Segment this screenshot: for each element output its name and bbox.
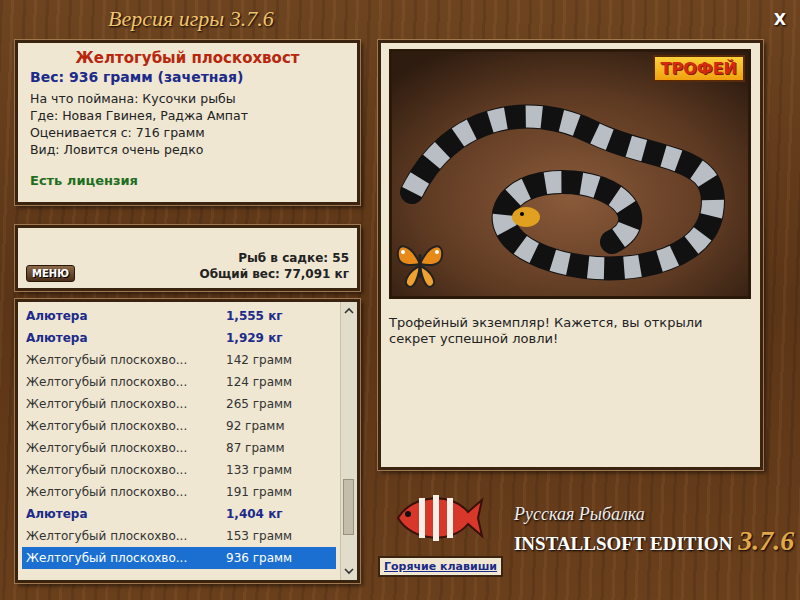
fish-weight: Вес: 936 грамм (зачетная)	[30, 69, 345, 85]
trophy-badge: ТРОФЕЙ	[653, 55, 745, 82]
row-name: Желтогубый плоскохво...	[26, 463, 226, 477]
row-name: Желтогубый плоскохво...	[26, 353, 226, 367]
catch-row[interactable]: Желтогубый плоскохво...142 грамм	[22, 349, 336, 371]
row-weight: 1,555 кг	[226, 309, 332, 323]
catch-details: На что поймана: Кусочки рыбыГде: Новая Г…	[30, 90, 345, 158]
catch-detail: Оценивается с: 716 грамм	[30, 124, 345, 141]
chevron-up-icon	[344, 307, 354, 315]
catch-row[interactable]: Алютера1,929 кг	[22, 327, 336, 349]
menu-button[interactable]: МЕНЮ	[26, 265, 75, 282]
game-window: Версия игры 3.7.6 X Желтогубый плоскохвост…	[0, 0, 800, 600]
row-name: Желтогубый плоскохво...	[26, 485, 226, 499]
catch-row[interactable]: Желтогубый плоскохво...153 грамм	[22, 525, 336, 547]
row-weight: 87 грамм	[226, 441, 332, 455]
catch-row[interactable]: Желтогубый плоскохво...191 грамм	[22, 481, 336, 503]
row-name: Желтогубый плоскохво...	[26, 551, 226, 565]
close-button[interactable]: X	[770, 8, 790, 31]
row-name: Алютера	[26, 331, 226, 345]
total-weight: Общий вес: 77,091 кг	[199, 266, 349, 282]
catch-list: Алютера1,555 кгАлютера1,929 кгЖелтогубый…	[15, 299, 360, 583]
row-name: Желтогубый плоскохво...	[26, 529, 226, 543]
keepnet-panel: МЕНЮ Рыб в садке: 55Общий вес: 77,091 кг	[15, 225, 360, 291]
title-bar: Версия игры 3.7.6 X	[0, 0, 800, 38]
catch-row[interactable]: Желтогубый плоскохво...265 грамм	[22, 393, 336, 415]
game-logo: Русская РыбалкаINSTALLSOFT EDITION3.7.6	[514, 486, 790, 577]
row-name: Желтогубый плоскохво...	[26, 397, 226, 411]
row-weight: 1,929 кг	[226, 331, 332, 345]
fish-name: Желтогубый плоскохвост	[30, 49, 345, 67]
hotkeys-button[interactable]: Горячие клавиши	[378, 556, 503, 577]
catch-row[interactable]: Алютера1,555 кг	[22, 305, 336, 327]
scroll-thumb[interactable]	[343, 479, 354, 535]
logo-version: 3.7.6	[738, 525, 794, 557]
row-weight: 936 грамм	[226, 551, 332, 565]
row-name: Желтогубый плоскохво...	[26, 441, 226, 455]
license-status: Есть лицензия	[30, 173, 345, 188]
trophy-message: Трофейный экземпляр! Кажется, вы открыли…	[389, 315, 752, 347]
keepnet-stats: Рыб в садке: 55Общий вес: 77,091 кг	[199, 234, 349, 282]
catch-detail: Вид: Ловится очень редко	[30, 141, 345, 158]
scroll-track[interactable]	[341, 320, 357, 562]
catch-info-panel: Желтогубый плоскохвост Вес: 936 грамм (за…	[15, 40, 360, 205]
row-weight: 142 грамм	[226, 353, 332, 367]
catch-row[interactable]: Алютера1,404 кг	[22, 503, 336, 525]
row-name: Желтогубый плоскохво...	[26, 419, 226, 433]
catch-row[interactable]: Желтогубый плоскохво...92 грамм	[22, 415, 336, 437]
fish-logo-icon	[392, 486, 484, 550]
scroll-down-button[interactable]	[341, 562, 357, 580]
catch-row[interactable]: Желтогубый плоскохво...87 грамм	[22, 437, 336, 459]
catch-detail: Где: Новая Гвинея, Раджа Ампат	[30, 107, 345, 124]
scroll-up-button[interactable]	[341, 302, 357, 320]
row-name: Алютера	[26, 309, 226, 323]
sea-snake-icon	[392, 52, 748, 296]
trophy-panel: ТРОФЕЙ Трофейный экземпляр! Кажется, вы о…	[378, 40, 763, 470]
main-area: Желтогубый плоскохвост Вес: 936 грамм (за…	[0, 38, 800, 583]
row-weight: 92 грамм	[226, 419, 332, 433]
footer: Горячие клавиши Русская Рыбалка INSTALLSOF…	[378, 470, 790, 577]
fish-count: Рыб в садке: 55	[199, 250, 349, 266]
row-weight: 265 грамм	[226, 397, 332, 411]
row-weight: 1,404 кг	[226, 507, 332, 521]
catch-row[interactable]: Желтогубый плоскохво...124 грамм	[22, 371, 336, 393]
row-name: Алютера	[26, 507, 226, 521]
row-weight: 191 грамм	[226, 485, 332, 499]
row-weight: 133 грамм	[226, 463, 332, 477]
catch-row[interactable]: Желтогубый плоскохво...133 грамм	[22, 459, 336, 481]
left-column: Желтогубый плоскохвост Вес: 936 грамм (за…	[15, 40, 360, 583]
catch-row[interactable]: Желтогубый плоскохво...936 грамм	[22, 547, 336, 569]
right-column: ТРОФЕЙ Трофейный экземпляр! Кажется, вы о…	[378, 40, 790, 583]
window-title: Версия игры 3.7.6	[108, 6, 274, 32]
row-weight: 153 грамм	[226, 529, 332, 543]
logo-edition: INSTALLSOFT EDITION	[514, 533, 732, 555]
chevron-down-icon	[344, 567, 354, 575]
catch-detail: На что поймана: Кусочки рыбы	[30, 90, 345, 107]
row-weight: 124 грамм	[226, 375, 332, 389]
row-name: Желтогубый плоскохво...	[26, 375, 226, 389]
logo-title: Русская Рыбалка	[514, 504, 790, 525]
butterfly-icon	[394, 236, 446, 292]
scrollbar[interactable]	[340, 302, 357, 580]
fish-photo: ТРОФЕЙ	[389, 49, 751, 299]
